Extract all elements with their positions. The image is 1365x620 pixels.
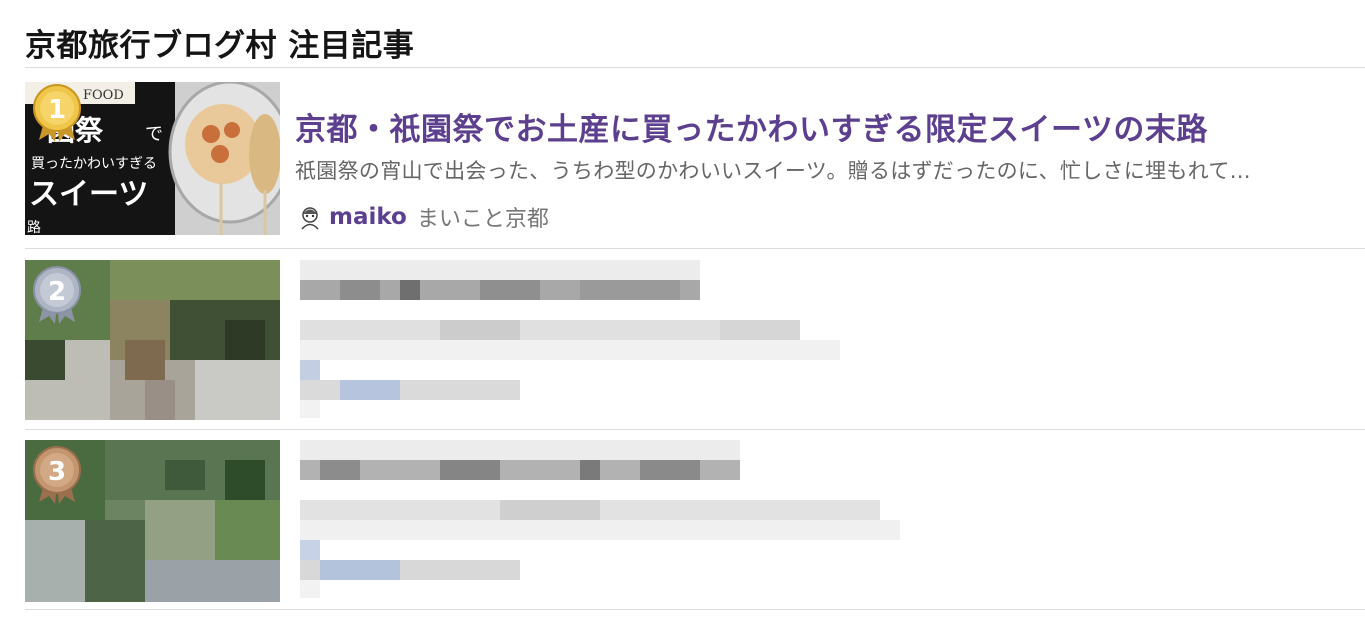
author-row[interactable]: maiko まいこと京都 [297,202,549,232]
author-avatar-icon [301,207,319,230]
divider [25,609,1365,610]
article-item-1[interactable]: FOOD 園祭 で 買ったかわいすぎる スイーツ 路 1 京都・祇園祭でお土産に… [25,82,1365,262]
article-item-3[interactable]: 3 [25,440,1365,620]
ranking-widget: 京都旅行ブログ村 注目記事 FOOD 園祭 で 買ったかわいすぎる スイーツ 路… [0,0,1365,616]
rank-badge-bronze-icon: 3 [33,446,81,504]
svg-text:3: 3 [48,457,66,487]
rank-badge-gold-icon: 1 [33,84,81,142]
svg-text:スイーツ: スイーツ [29,177,148,212]
pixelated-text-placeholder [300,260,840,418]
article-excerpt: 祇園祭の宵山で出会った、うちわ型のかわいいスイーツ。贈るはずだったのに、忙しさに… [295,159,1251,183]
svg-text:で: で [145,124,163,145]
svg-text:路: 路 [27,220,41,235]
svg-text:1: 1 [48,95,66,125]
article-item-2[interactable]: 2 [25,260,1365,440]
divider [25,248,1365,249]
svg-text:2: 2 [48,277,66,307]
rank-badge-silver-icon: 2 [33,266,81,324]
blog-name[interactable]: まいこと京都 [417,201,549,233]
author-name[interactable]: maiko [329,204,407,230]
widget-title: 京都旅行ブログ村 注目記事 [25,28,415,64]
svg-text:FOOD: FOOD [83,88,124,103]
pixelated-text-placeholder [300,440,900,598]
divider [25,67,1365,68]
article-title[interactable]: 京都・祇園祭でお土産に買ったかわいすぎる限定スイーツの末路 [295,104,1208,149]
svg-text:買ったかわいすぎる: 買ったかわいすぎる [31,156,157,172]
divider [25,429,1365,430]
